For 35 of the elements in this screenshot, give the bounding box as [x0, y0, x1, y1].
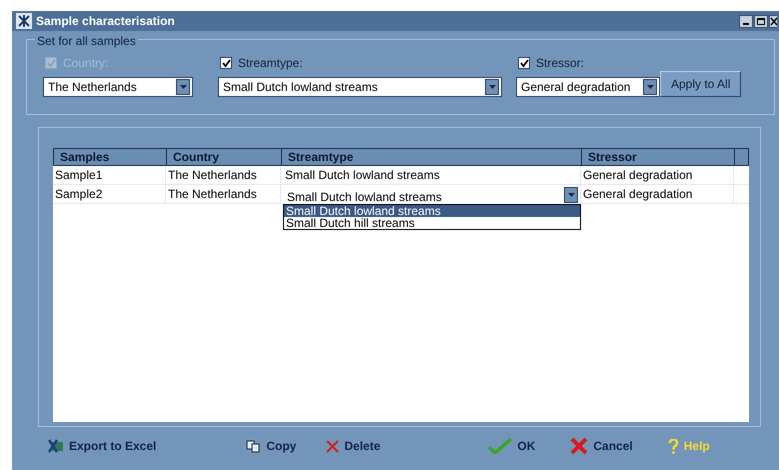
window-title: Sample characterisation	[36, 13, 175, 30]
table-cell: General degradation	[581, 185, 734, 203]
table-cell: The Netherlands	[166, 166, 281, 184]
toolbar-button[interactable]: Delete	[326, 437, 380, 455]
help-icon	[668, 438, 679, 454]
dropdown-field[interactable]: Small Dutch lowland streams	[281, 185, 581, 204]
toolbar-button[interactable]: Export to Excel	[48, 437, 156, 455]
checkbox[interactable]	[220, 57, 232, 69]
dropdown-field[interactable]: General degradation	[516, 77, 660, 97]
table-cell: Small Dutch lowland streams	[281, 166, 581, 184]
column-header[interactable]: Country	[167, 149, 282, 165]
maximize-icon[interactable]	[754, 14, 768, 28]
dropdown-option[interactable]: Small Dutch lowland streams	[284, 205, 580, 217]
table-cell: General degradation	[581, 166, 734, 184]
toolbar-button[interactable]: OK	[488, 437, 536, 455]
cancel-icon	[570, 437, 588, 455]
app-icon	[16, 13, 32, 29]
checkbox-label: Streamtype:	[238, 55, 303, 72]
minimize-icon[interactable]	[739, 14, 753, 28]
dropdown-field[interactable]: Small Dutch lowland streams	[218, 77, 502, 97]
column-header[interactable]: Streamtype	[282, 149, 582, 165]
toolbar-button[interactable]: Cancel	[570, 437, 633, 455]
column-header[interactable]: Samples	[54, 149, 167, 165]
copy-icon	[246, 440, 262, 452]
toolbar-button[interactable]: Copy	[246, 437, 296, 455]
checkmark-icon	[488, 438, 512, 454]
close-icon[interactable]	[769, 14, 777, 28]
checkbox[interactable]	[518, 57, 530, 69]
apply-button[interactable]: Apply to All	[660, 71, 742, 97]
column-header[interactable]: Stressor	[582, 149, 735, 165]
delete-icon	[326, 440, 340, 452]
table-cell: Sample1	[53, 166, 166, 184]
spreadsheet-icon	[48, 439, 64, 453]
table-cell: Sample2	[53, 185, 166, 203]
checkbox-label: Stressor:	[536, 55, 584, 72]
